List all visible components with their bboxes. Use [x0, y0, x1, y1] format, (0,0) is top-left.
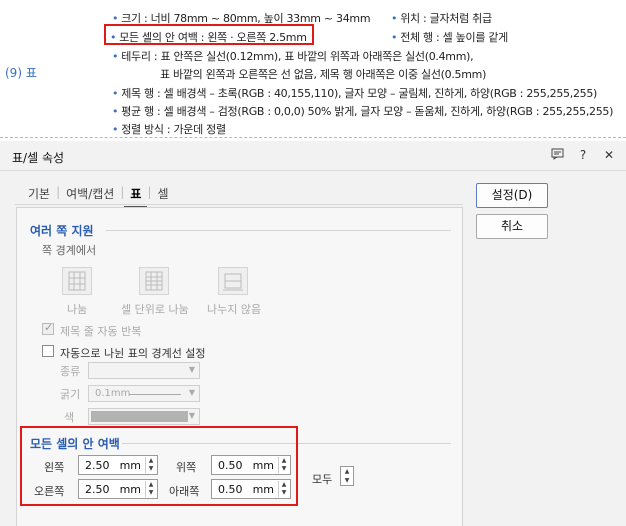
spec-title-row: • 제목 행 : 셀 배경색 – 초록(RGB : 40,155,110), 글자…	[112, 87, 598, 100]
highlight-box-margin-spec	[104, 24, 314, 45]
color-label: 색	[64, 411, 75, 424]
auto-border-checkbox[interactable]	[42, 345, 54, 357]
comment-icon[interactable]	[550, 148, 564, 163]
highlight-box-cell-margin	[20, 426, 298, 506]
table-cell-properties-dialog: 표/셀 속성 ? ✕ 기본 | 여백/캡션 | 표 | 셀 설정(D) 취소 여…	[0, 141, 626, 526]
divider	[0, 137, 626, 138]
split-button[interactable]	[62, 267, 92, 295]
split-table-icon	[68, 271, 86, 291]
help-icon[interactable]: ?	[576, 148, 590, 163]
chevron-down-icon: ▼	[188, 388, 195, 397]
no-split-button[interactable]	[218, 267, 248, 295]
spec-row-height: • 전체 행 : 셀 높이를 같게	[391, 31, 508, 44]
spec-border-1: • 테두리 : 표 안쪽은 실선(0.12mm), 표 바깥의 위쪽과 아래쪽은 …	[112, 50, 474, 63]
all-margin-spinner[interactable]: ▲ ▼	[340, 466, 354, 486]
cancel-button[interactable]: 취소	[476, 214, 548, 239]
chevron-down-icon: ▼	[188, 365, 195, 374]
kind-label: 종류	[60, 365, 81, 378]
auto-border-label: 자동으로 나뉜 표의 경계선 설정	[60, 347, 206, 360]
split-by-cell-label: 셀 단위로 나눔	[121, 303, 189, 316]
thickness-label: 굵기	[60, 388, 81, 401]
no-split-label: 나누지 않음	[207, 303, 262, 316]
close-icon[interactable]: ✕	[602, 148, 616, 163]
all-margin-label: 모두	[312, 473, 333, 486]
chevron-down-icon: ▼	[188, 411, 195, 420]
ok-button[interactable]: 설정(D)	[476, 183, 548, 208]
kind-select[interactable]: ▼	[88, 362, 200, 379]
spec-alignment: • 정렬 방식 : 가운데 정렬	[112, 123, 226, 136]
tab-underline	[15, 204, 463, 205]
color-swatch	[91, 411, 188, 422]
no-split-icon	[223, 273, 243, 291]
split-by-cell-button[interactable]	[139, 267, 169, 295]
color-select[interactable]: ▼	[88, 408, 200, 425]
line-preview	[129, 394, 181, 395]
thickness-select[interactable]: 0.1mm ▼	[88, 385, 200, 402]
dialog-titlebar: 표/셀 속성 ? ✕	[0, 141, 626, 171]
multi-page-heading: 여러 쪽 지원	[30, 224, 94, 238]
document-area: (9) 표 • 크기 : 너비 78mm ~ 80mm, 높이 33mm ~ 34…	[0, 0, 626, 140]
repeat-title-checkbox[interactable]: ✓	[42, 321, 54, 335]
section-number: (9) 표	[5, 66, 37, 80]
dialog-title: 표/셀 속성	[12, 151, 65, 165]
repeat-title-label: 제목 줄 자동 반복	[60, 325, 142, 338]
split-label: 나눔	[67, 303, 88, 316]
spec-position: • 위치 : 글자처럼 취급	[391, 12, 492, 25]
spec-average-row: • 평균 행 : 셀 배경색 – 검정(RGB : 0,0,0) 50% 밝게, …	[112, 105, 614, 118]
spec-border-2: 표 바깥의 왼쪽과 오른쪽은 선 없음, 제목 행 아래쪽은 이중 실선(0.5…	[160, 68, 487, 81]
split-cell-icon	[145, 271, 163, 291]
section-divider	[106, 230, 451, 231]
page-boundary-label: 쪽 경계에서	[42, 244, 97, 257]
